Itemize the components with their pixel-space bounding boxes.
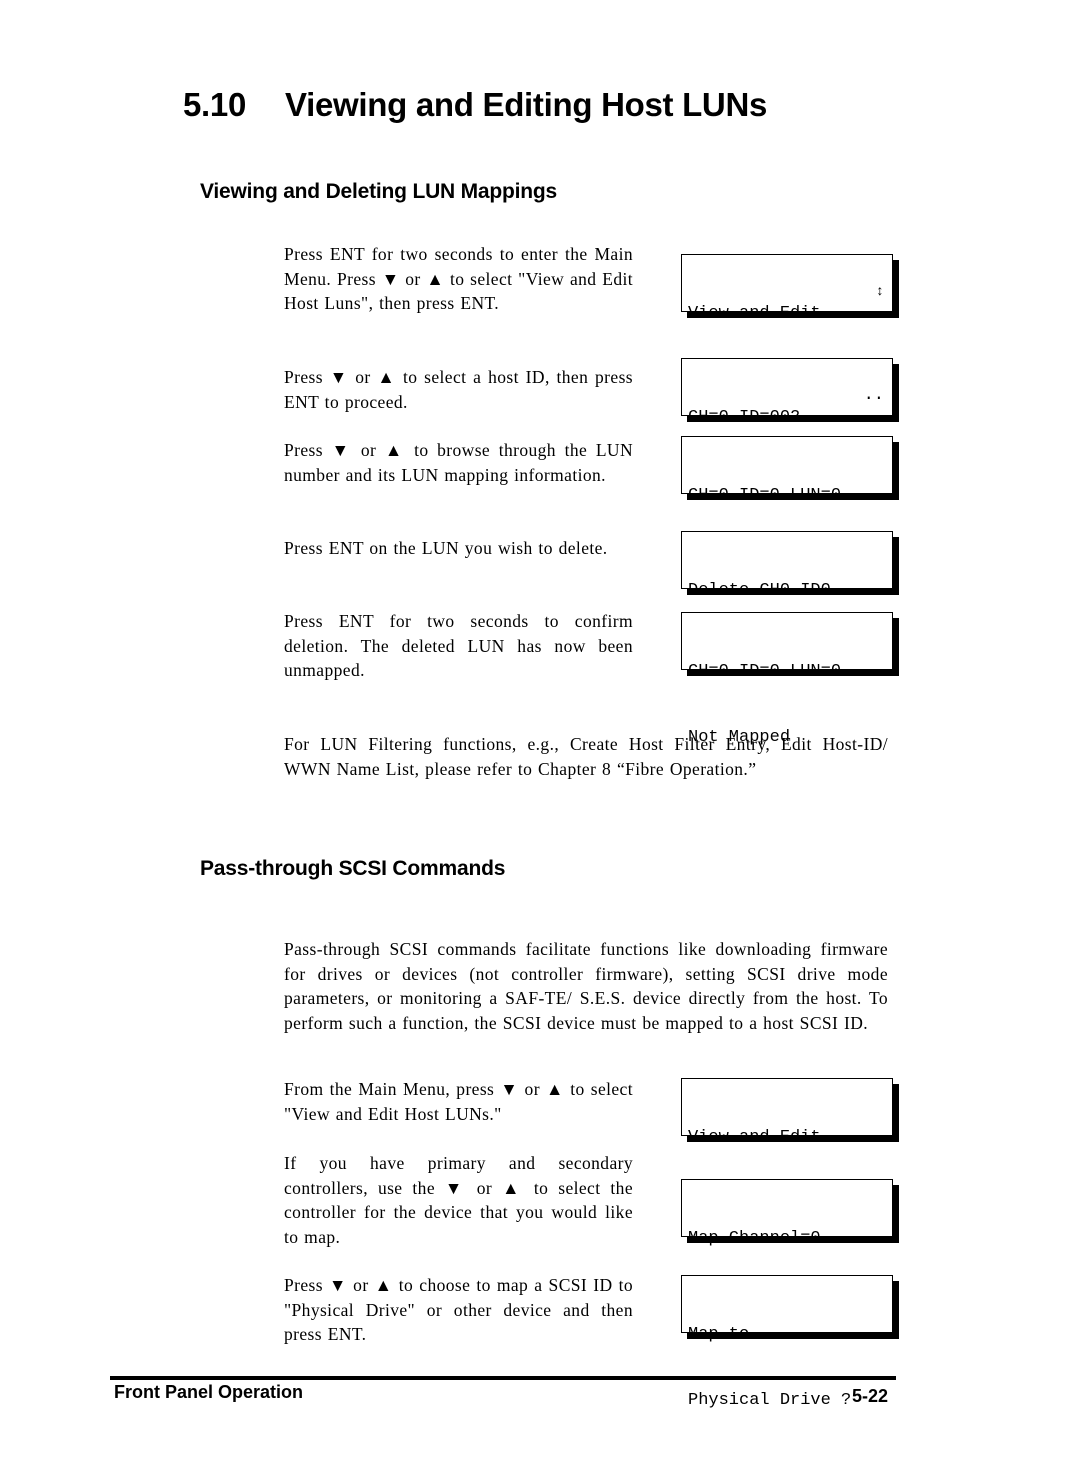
footer-chapter-title: Front Panel Operation <box>114 1382 304 1402</box>
lcd-line-1: Map Channel=0 <box>688 1229 821 1248</box>
lun-filtering-note: For LUN Filtering functions, e.g., Creat… <box>284 734 888 779</box>
footer-rule <box>110 1376 896 1380</box>
lcd-line-1: Map to <box>688 1325 750 1344</box>
step-text: From the Main Menu, press ▼ or ▲ to sele… <box>284 1079 633 1124</box>
lcd-display: View and Edit Host Luns ↕ <box>681 254 893 389</box>
step-text: Press ENT on the LUN you wish to delete. <box>284 538 608 558</box>
section-heading: 5.10 Viewing and Editing Host LUNs <box>183 86 767 124</box>
lcd-line-1: View and Edit <box>688 1128 821 1147</box>
step-text: Press ENT for two seconds to enter the M… <box>284 244 633 313</box>
subsection-heading-viewing-deleting: Viewing and Deleting LUN Mappings <box>200 180 558 203</box>
lcd-display: CH=0 ID=0 LUN=0 Mapto LG0 PRT0 <box>681 436 893 571</box>
lcd-display: CH=0 ID=002 Sec. Ctlr .. <box>681 358 893 493</box>
more-indicator-icon: .. <box>863 386 884 405</box>
page-number: 5-22 <box>852 1386 889 1406</box>
step-text: If you have primary and secondary contro… <box>284 1153 633 1247</box>
step-text: Press ▼ or ▲ to select a host ID, then p… <box>284 367 633 412</box>
up-down-arrow-icon: ↕ <box>875 284 884 300</box>
section-number: 5.10 <box>183 86 247 123</box>
pass-through-intro: Pass-through SCSI commands facilitate fu… <box>284 939 888 1033</box>
lcd-display: Map to Physical Drive ? <box>681 1275 893 1410</box>
lcd-line-1: CH=0 ID=002 <box>688 408 801 427</box>
lcd-display: Map Channel=0 ID=0 Pri Ctlr ? <box>681 1179 893 1314</box>
lcd-display: View and Edit Host Luns <box>681 1078 893 1213</box>
section-title: Viewing and Editing Host LUNs <box>285 86 768 123</box>
subsection-heading-pass-through: Pass-through SCSI Commands <box>200 857 506 880</box>
step-text: Press ▼ or ▲ to browse through the LUN n… <box>284 440 633 485</box>
step-text: Press ▼ or ▲ to choose to map a SCSI ID … <box>284 1275 633 1344</box>
lcd-line-1: Delete CH0 ID0 <box>688 581 831 600</box>
lcd-display: CH=0 ID=0 LUN=0 Not Mapped <box>681 612 893 747</box>
step-text: Press ENT for two seconds to confirm del… <box>284 611 633 680</box>
lcd-display: Delete CH0 ID0 LUN=00 Mapping ? <box>681 531 893 666</box>
lcd-line-1: View and Edit <box>688 304 821 323</box>
lcd-line-1: CH=0 ID=0 LUN=0 <box>688 662 842 681</box>
lcd-line-1: CH=0 ID=0 LUN=0 <box>688 486 842 505</box>
